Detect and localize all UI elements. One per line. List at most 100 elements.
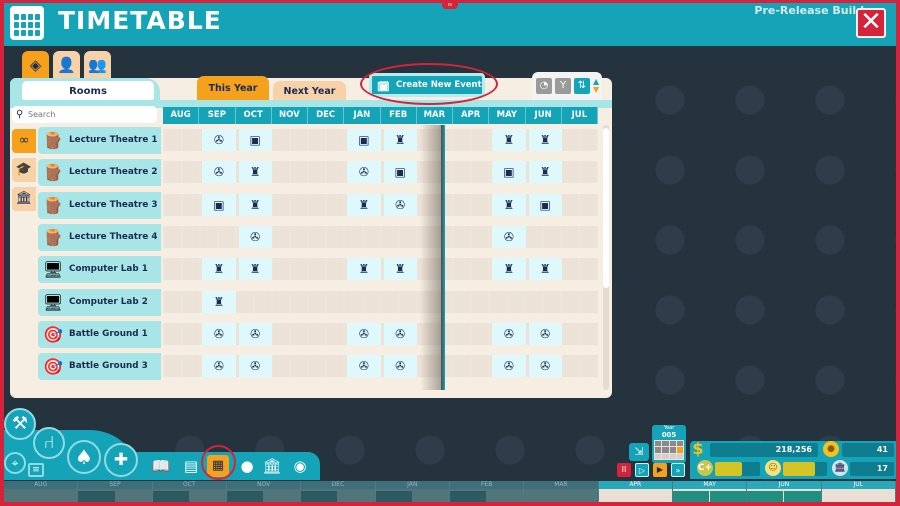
time-slot[interactable]: [562, 129, 579, 151]
event-tophat-icon[interactable]: ♜: [383, 129, 417, 151]
time-slot[interactable]: [165, 225, 182, 248]
time-slot[interactable]: [255, 290, 272, 313]
timetable-calendar-icon[interactable]: ▦: [207, 455, 229, 477]
time-slot[interactable]: [237, 290, 254, 313]
event-tophat-icon[interactable]: ♜: [238, 161, 272, 184]
time-slot[interactable]: [580, 161, 597, 184]
time-slot[interactable]: [525, 290, 542, 313]
time-slot[interactable]: [562, 225, 579, 248]
fastest-button[interactable]: »: [671, 463, 685, 477]
time-slot[interactable]: [381, 290, 398, 313]
export-icon[interactable]: ⇲: [629, 443, 649, 461]
time-slot[interactable]: [165, 161, 182, 184]
event-projector-icon[interactable]: ✇: [347, 355, 381, 378]
room-label[interactable]: 🪵 Lecture Theatre 2: [38, 159, 161, 187]
time-slot[interactable]: [219, 225, 236, 248]
time-slot[interactable]: [273, 290, 290, 313]
time-slot[interactable]: [183, 290, 200, 313]
event-tophat-icon[interactable]: ♜: [383, 258, 417, 281]
time-slot[interactable]: [273, 322, 290, 345]
time-slot[interactable]: [291, 193, 308, 216]
sort-direction-icon[interactable]: ▲ ▼: [593, 78, 599, 94]
time-slot[interactable]: [327, 225, 344, 248]
play-button[interactable]: ▷: [635, 463, 649, 477]
close-button[interactable]: ✕: [856, 8, 886, 38]
time-slot[interactable]: [327, 355, 344, 378]
time-slot[interactable]: [183, 225, 200, 248]
time-slot[interactable]: [327, 258, 344, 281]
time-slot[interactable]: [345, 225, 362, 248]
event-tophat-icon[interactable]: ♜: [238, 258, 272, 281]
event-projector-icon[interactable]: ✇: [492, 355, 526, 378]
time-slot[interactable]: [471, 355, 488, 378]
time-slot[interactable]: [543, 290, 561, 313]
time-slot[interactable]: [580, 225, 597, 248]
time-slot[interactable]: [489, 290, 506, 313]
time-slot[interactable]: [327, 290, 344, 313]
timeline-month[interactable]: MAY: [672, 481, 748, 503]
room-label[interactable]: 🎯 Battle Ground 3: [38, 353, 161, 381]
time-slot[interactable]: [453, 355, 470, 378]
time-slot[interactable]: [165, 322, 182, 345]
filter-courses[interactable]: 🎓: [12, 158, 36, 182]
event-projector-icon[interactable]: ✇: [383, 322, 417, 345]
event-projector-icon[interactable]: ✇: [238, 225, 272, 248]
event-projector-icon[interactable]: ✇: [347, 161, 381, 184]
time-slot[interactable]: [453, 193, 470, 216]
time-slot[interactable]: [507, 290, 524, 313]
time-slot[interactable]: [562, 161, 579, 184]
room-label[interactable]: 🎯 Battle Ground 1: [38, 320, 161, 348]
time-slot[interactable]: [291, 258, 308, 281]
filter-all[interactable]: ∞: [12, 129, 36, 153]
event-tophat-icon[interactable]: ♜: [492, 193, 526, 216]
person-icon[interactable]: ●: [236, 455, 258, 477]
time-slot[interactable]: [580, 322, 597, 345]
time-slot[interactable]: [309, 322, 326, 345]
time-slot[interactable]: [309, 161, 326, 184]
time-slot[interactable]: [580, 355, 597, 378]
time-slot[interactable]: [291, 355, 308, 378]
nature-tree-icon[interactable]: ♠: [67, 440, 101, 474]
event-tophat-icon[interactable]: ♜: [347, 258, 381, 281]
time-slot[interactable]: [580, 129, 597, 151]
time-slot[interactable]: [345, 290, 362, 313]
time-slot[interactable]: [183, 258, 200, 281]
event-projector-icon[interactable]: ✇: [202, 322, 236, 345]
time-slot[interactable]: [273, 258, 290, 281]
time-slot[interactable]: [165, 129, 182, 151]
event-screen-icon[interactable]: ▣: [347, 129, 381, 151]
furniture-chair-icon[interactable]: ⑁: [33, 427, 65, 459]
time-slot[interactable]: [183, 322, 200, 345]
time-slot[interactable]: [165, 290, 182, 313]
book-icon[interactable]: 📖: [150, 455, 172, 477]
time-slot[interactable]: [580, 258, 597, 281]
event-projector-icon[interactable]: ✇: [528, 322, 562, 345]
event-tophat-icon[interactable]: ♜: [492, 129, 526, 151]
event-projector-icon[interactable]: ✇: [383, 193, 417, 216]
time-slot[interactable]: [291, 225, 308, 248]
timeline-month[interactable]: OCT: [152, 481, 227, 503]
event-projector-icon[interactable]: ✇: [383, 355, 417, 378]
event-screen-icon[interactable]: ▣: [528, 193, 562, 216]
filter-icon[interactable]: Y: [555, 78, 571, 94]
newspaper-icon[interactable]: ▤: [180, 455, 202, 477]
event-projector-icon[interactable]: ✇: [202, 161, 236, 184]
time-slot[interactable]: [273, 225, 290, 248]
time-slot[interactable]: [165, 258, 182, 281]
time-slot[interactable]: [471, 193, 488, 216]
time-slot[interactable]: [291, 322, 308, 345]
time-slot[interactable]: [471, 161, 488, 184]
map-icon[interactable]: ⌖: [4, 452, 26, 474]
university-building-icon[interactable]: 🏛: [261, 455, 283, 477]
timeline-month[interactable]: MAR: [524, 481, 599, 503]
time-slot[interactable]: [291, 129, 308, 151]
time-slot[interactable]: [165, 193, 182, 216]
tab-rooms-category[interactable]: ◈: [22, 51, 49, 78]
event-tophat-icon[interactable]: ♜: [238, 193, 272, 216]
event-projector-icon[interactable]: ✇: [492, 322, 526, 345]
timeline-month[interactable]: JUL: [821, 481, 896, 503]
scrollbar-thumb[interactable]: [603, 128, 609, 288]
time-slot[interactable]: [327, 193, 344, 216]
time-slot[interactable]: [453, 322, 470, 345]
time-slot[interactable]: [273, 161, 290, 184]
